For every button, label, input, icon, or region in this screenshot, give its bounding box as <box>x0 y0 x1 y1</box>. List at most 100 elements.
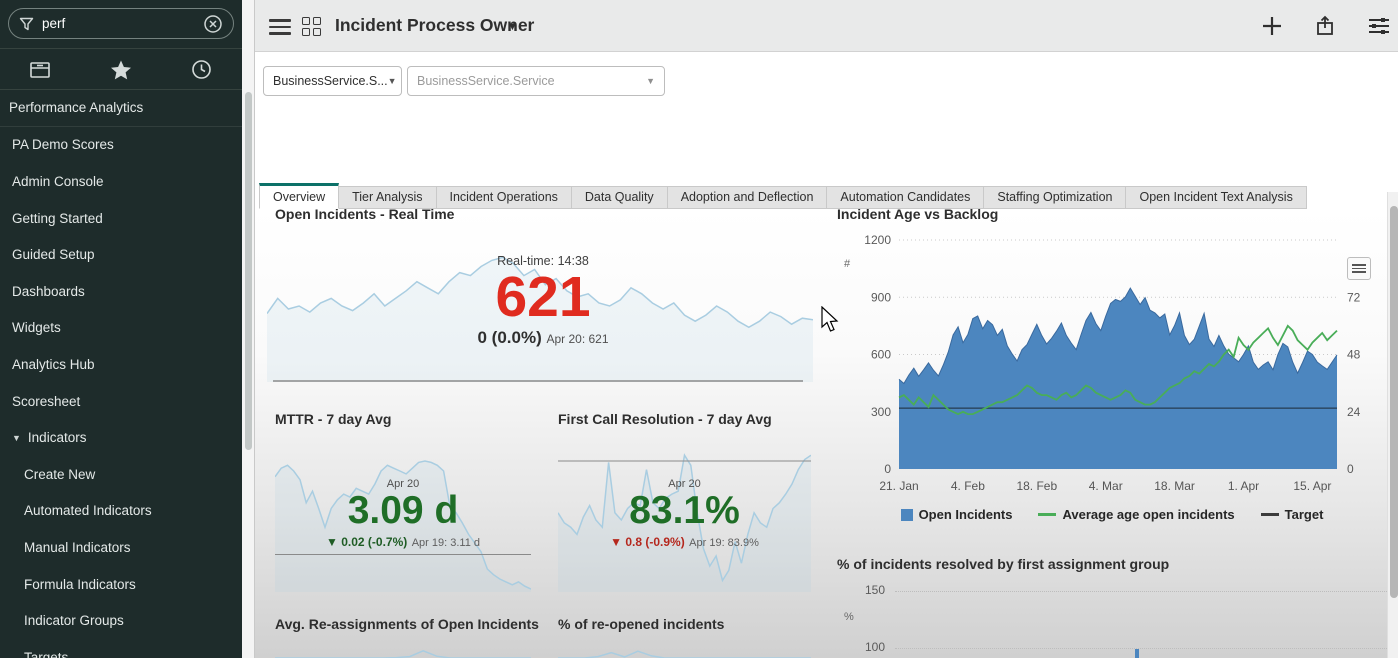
sidebar-item-scoresheet[interactable]: Scoresheet <box>0 383 242 420</box>
open-incidents-annotation: Apr 20: 621 <box>546 332 608 346</box>
sidebar-item-label: Create New <box>24 467 95 482</box>
sidebar-scrollbar-thumb[interactable] <box>245 92 252 450</box>
mttr-delta: ▼ 0.02 (-0.7%) <box>326 535 407 549</box>
sidebar-item-label: Widgets <box>12 320 61 335</box>
sidebar-item-label: Analytics Hub <box>12 357 95 372</box>
svg-text:18. Feb: 18. Feb <box>1016 479 1057 493</box>
dashboard-header-bar: Incident Process Owner ▼ <box>255 0 1398 52</box>
main-scrollbar[interactable] <box>1387 192 1398 658</box>
chart-title-incident-age-vs-backlog: Incident Age vs Backlog <box>837 206 998 222</box>
sidebar-item-label: Manual Indicators <box>24 540 131 555</box>
svg-text:4. Mar: 4. Mar <box>1089 479 1123 493</box>
dashboard-main-area: Incident Process Owner ▼ BusinessService… <box>254 0 1398 658</box>
sidebar-item-analytics-hub[interactable]: Analytics Hub <box>0 346 242 383</box>
sidebar-item-label: Indicators <box>28 430 87 445</box>
sidebar-item-label: Targets <box>24 650 68 658</box>
mttr-overlay: Apr 20 3.09 d ▼ 0.02 (-0.7%) Apr 19: 3.1… <box>275 478 531 551</box>
sidebar-item-pa-demo-scores[interactable]: PA Demo Scores <box>0 127 242 164</box>
chart-title-pct-reopened: % of re-opened incidents <box>558 616 724 632</box>
svg-text:18. Mar: 18. Mar <box>1154 479 1195 493</box>
application-navigator-sidebar: Performance Analytics PA Demo Scores Admin… <box>0 0 254 658</box>
svg-text:24: 24 <box>1347 405 1361 419</box>
sidebar-item-indicator-groups[interactable]: Indicator Groups <box>0 602 242 639</box>
sidebar-item-formula-indicators[interactable]: Formula Indicators <box>0 566 242 603</box>
add-widget-icon[interactable] <box>1261 15 1283 37</box>
sidebar-item-label: Guided Setup <box>12 247 95 262</box>
legend-label: Target <box>1285 507 1324 522</box>
sidebar-item-admin-console[interactable]: Admin Console <box>0 163 242 200</box>
dashboard-grid-icon[interactable] <box>302 17 322 37</box>
sidebar-item-manual-indicators[interactable]: Manual Indicators <box>0 529 242 566</box>
sidebar-item-targets[interactable]: Targets <box>0 639 242 658</box>
legend-item-target[interactable]: Target <box>1261 507 1324 522</box>
pct-reopened-sparkline[interactable] <box>558 640 811 658</box>
incident-age-vs-backlog-chart[interactable]: 03006009001200024487221. Jan4. Feb18. Fe… <box>841 226 1387 504</box>
gridline <box>895 591 1387 592</box>
dashboard-settings-sliders-icon[interactable] <box>1367 15 1391 37</box>
tab-data-quality[interactable]: Data Quality <box>572 186 668 209</box>
sidebar-item-create-new[interactable]: Create New <box>0 456 242 493</box>
menu-hamburger-icon[interactable] <box>269 19 291 39</box>
sidebar-item-guided-setup[interactable]: Guided Setup <box>0 236 242 273</box>
y-axis-label-percent: % <box>844 611 854 623</box>
fcr-delta: ▼ 0.8 (-0.9%) <box>610 535 685 549</box>
favorites-icon[interactable] <box>81 59 162 81</box>
mttr-value: 3.09 d <box>275 490 531 533</box>
breakdown-filter-value: BusinessService.S... <box>273 74 388 88</box>
breakdown-filter-dropdown[interactable]: BusinessService.S... ▼ <box>263 66 402 96</box>
chart-title-mttr: MTTR - 7 day Avg <box>275 411 391 427</box>
tab-adoption-and-deflection[interactable]: Adoption and Deflection <box>668 186 828 209</box>
fcr-annotation: Apr 19: 83.9% <box>689 537 759 549</box>
sidebar-item-label: Dashboards <box>12 284 85 299</box>
sidebar-item-dashboards[interactable]: Dashboards <box>0 273 242 310</box>
svg-text:0: 0 <box>884 462 891 476</box>
share-icon[interactable] <box>1314 15 1336 37</box>
clear-search-icon[interactable] <box>203 14 223 34</box>
legend-label: Average age open incidents <box>1062 507 1234 522</box>
legend-item-open-incidents[interactable]: Open Incidents <box>901 507 1013 522</box>
sidebar-item-performance-analytics[interactable]: Performance Analytics <box>0 90 242 127</box>
mouse-cursor <box>819 306 839 334</box>
svg-text:0: 0 <box>1347 462 1354 476</box>
tab-incident-operations[interactable]: Incident Operations <box>437 186 572 209</box>
fcr-overlay: Apr 20 83.1% ▼ 0.8 (-0.9%) Apr 19: 83.9% <box>558 478 811 551</box>
all-applications-icon[interactable] <box>0 60 81 80</box>
sidebar-item-getting-started[interactable]: Getting Started <box>0 200 242 237</box>
svg-text:1. Apr: 1. Apr <box>1228 479 1259 493</box>
gridline <box>895 648 1387 649</box>
tab-open-incident-text-analysis[interactable]: Open Incident Text Analysis <box>1126 186 1306 209</box>
dashboard-picker-caret-icon[interactable]: ▼ <box>507 21 518 33</box>
svg-text:300: 300 <box>871 405 891 419</box>
svg-text:15. Apr: 15. Apr <box>1293 479 1331 493</box>
chart-context-menu-button[interactable] <box>1347 257 1371 280</box>
expanded-caret-icon[interactable]: ▼ <box>12 433 21 443</box>
svg-text:21. Jan: 21. Jan <box>879 479 918 493</box>
svg-text:4. Feb: 4. Feb <box>951 479 985 493</box>
navigator-search-input[interactable] <box>42 16 202 31</box>
tab-staffing-optimization[interactable]: Staffing Optimization <box>984 186 1126 209</box>
legend-marker <box>1038 513 1056 516</box>
legend-item-average-age-open-incidents[interactable]: Average age open incidents <box>1038 507 1234 522</box>
history-icon[interactable] <box>161 59 242 80</box>
svg-text:48: 48 <box>1347 348 1361 362</box>
sidebar-item-label: Formula Indicators <box>24 577 136 592</box>
navigator-search[interactable] <box>8 8 234 39</box>
sidebar-scrollbar[interactable] <box>242 0 254 658</box>
open-incidents-value: 621 <box>433 268 653 328</box>
main-scrollbar-thumb[interactable] <box>1390 206 1398 598</box>
avg-reassignments-sparkline[interactable] <box>275 640 531 658</box>
dashboard-title: Incident Process Owner <box>335 15 534 36</box>
mttr-annotation: Apr 19: 3.11 d <box>412 537 480 549</box>
sidebar-item-label: Automated Indicators <box>24 503 152 518</box>
sidebar-item-automated-indicators[interactable]: Automated Indicators <box>0 493 242 530</box>
legend-label: Open Incidents <box>919 507 1013 522</box>
sidebar-item-label: Performance Analytics <box>9 100 143 115</box>
svg-text:1200: 1200 <box>864 233 891 247</box>
sidebar-item-widgets[interactable]: Widgets <box>0 310 242 347</box>
sidebar-item-label: Admin Console <box>12 174 104 189</box>
y-tick-100: 100 <box>851 640 885 654</box>
filter-funnel-icon <box>19 17 34 31</box>
chevron-down-icon: ▼ <box>388 76 397 86</box>
sidebar-item-indicators[interactable]: ▼ Indicators <box>0 419 242 456</box>
service-filter-dropdown[interactable]: BusinessService.Service ▼ <box>407 66 665 96</box>
